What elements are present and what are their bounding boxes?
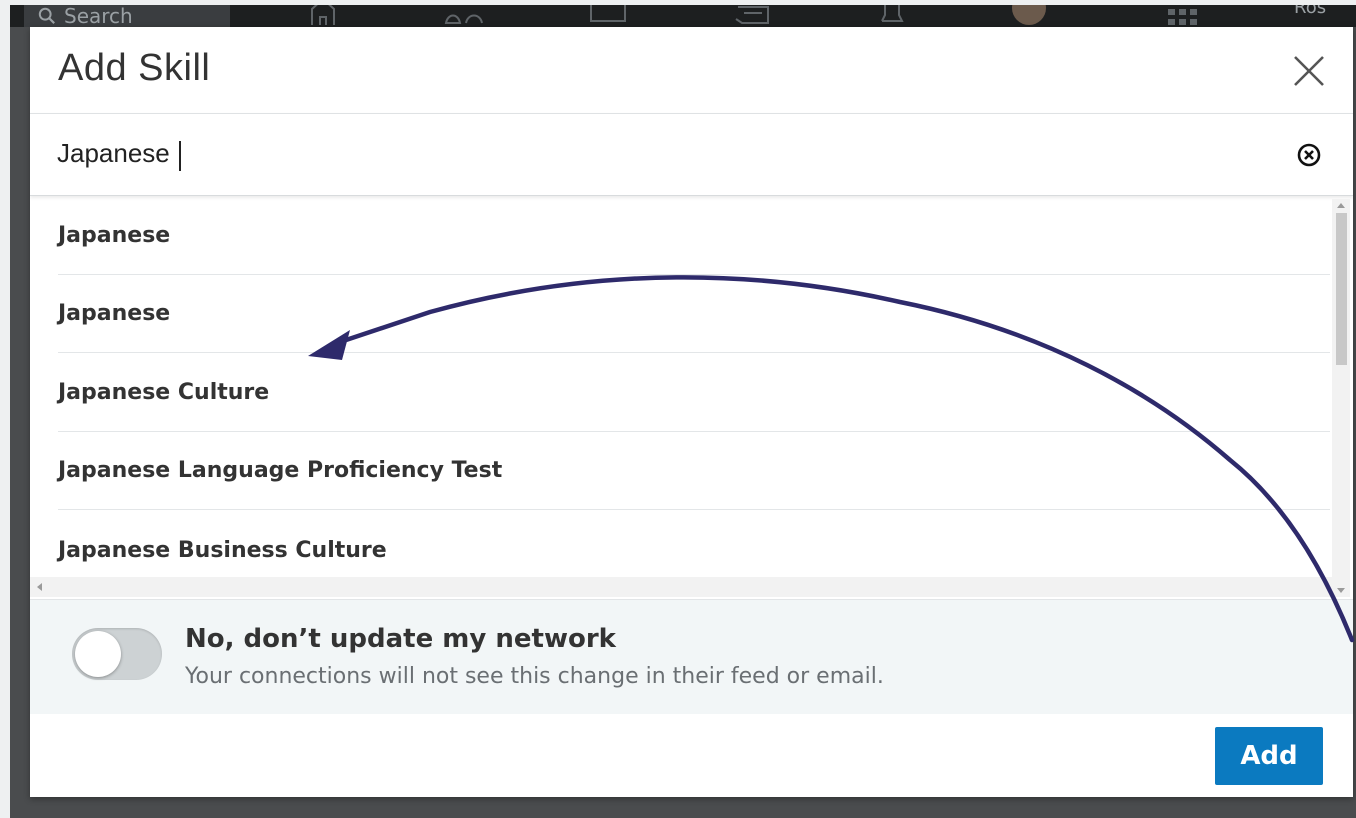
network-update-panel: No, don’t update my network Your connect… — [30, 599, 1353, 714]
clear-search-button[interactable] — [1296, 142, 1322, 168]
scrollbar-thumb[interactable] — [1336, 213, 1347, 365]
avatar — [1012, 5, 1046, 25]
network-toggle-label: No, don’t update my network — [185, 624, 616, 654]
jobs-icon — [588, 5, 628, 25]
update-network-toggle[interactable] — [72, 628, 162, 680]
suggestion-item[interactable]: Japanese Language Proficiency Test — [58, 432, 1330, 510]
scroll-up-arrow[interactable] — [1337, 203, 1345, 208]
close-icon — [1294, 56, 1324, 86]
background-search-placeholder: Search — [64, 5, 133, 28]
network-toggle-description: Your connections will not see this chang… — [185, 664, 884, 689]
apps-grid-icon — [1166, 5, 1200, 25]
toggle-knob — [75, 631, 121, 677]
clear-circle-icon — [1297, 143, 1321, 167]
modal-header: Add Skill — [30, 27, 1353, 114]
vertical-scrollbar[interactable] — [1332, 199, 1350, 597]
scroll-down-arrow[interactable] — [1337, 588, 1345, 593]
messaging-icon — [728, 5, 772, 25]
text-caret — [179, 141, 181, 171]
modal-title: Add Skill — [58, 47, 211, 89]
suggestion-item[interactable]: Japanese — [58, 197, 1330, 275]
page-overlay: Search Ros Add Skill Japanese Japanese J… — [10, 5, 1356, 818]
suggestion-item[interactable]: Japanese — [58, 275, 1330, 353]
skill-search-input[interactable] — [57, 133, 1257, 173]
skill-suggestions-list: Japanese Japanese Japanese Culture Japan… — [30, 197, 1340, 599]
skill-search-row — [30, 113, 1353, 196]
background-navbar: Search Ros — [10, 5, 1356, 28]
horizontal-scrollbar[interactable] — [30, 577, 1332, 597]
add-skill-modal: Add Skill Japanese Japanese Japanese Cul… — [30, 27, 1353, 797]
scroll-left-arrow[interactable] — [37, 583, 42, 591]
suggestion-item[interactable]: Japanese Culture — [58, 354, 1330, 432]
home-icon — [308, 5, 338, 25]
background-user-label: Ros — [1294, 5, 1327, 18]
background-search: Search — [24, 5, 230, 28]
network-icon — [442, 5, 486, 25]
notifications-icon — [874, 5, 910, 25]
search-icon — [38, 7, 55, 24]
add-button[interactable]: Add — [1215, 727, 1323, 785]
close-button[interactable] — [1290, 52, 1328, 90]
